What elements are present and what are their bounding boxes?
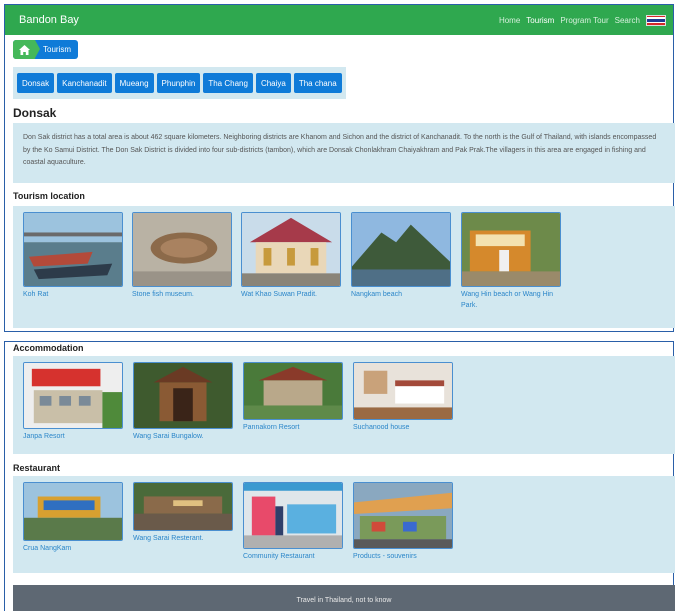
restaurant-card-crua-nangkam[interactable]: Crua NangKam	[23, 482, 123, 554]
restaurant-title: Restaurant	[13, 463, 61, 473]
accommodation-photo[interactable]	[353, 362, 453, 420]
navbar: Bandon Bay Home Tourism Program Tour Sea…	[5, 5, 673, 35]
restaurant-photo[interactable]	[133, 482, 233, 531]
accommodation-caption[interactable]: Wang Sarai Bungalow.	[133, 431, 233, 442]
district-button-tha-chana[interactable]: Tha chana	[293, 73, 342, 93]
district-button-kanchanadit[interactable]: Kanchanadit	[57, 73, 112, 93]
place-photo[interactable]	[351, 212, 451, 287]
place-card-wat-khao-suwan-pradit[interactable]: Wat Khao Suwan Pradit.	[241, 212, 341, 300]
home-icon[interactable]	[13, 40, 40, 59]
nav-tourism[interactable]: Tourism	[526, 16, 554, 25]
accommodation-caption[interactable]: Janpa Resort	[23, 431, 123, 442]
place-card-wang-hin-beach[interactable]: Wang Hin beach or Wang Hin Park.	[461, 212, 561, 311]
district-button-phunphin[interactable]: Phunphin	[156, 73, 201, 93]
tourism-location-title: Tourism location	[13, 191, 85, 201]
accommodation-gallery: Janpa Resort Wang Sarai Bungalow. Pannak…	[13, 356, 675, 454]
nav-program-tour[interactable]: Program Tour	[560, 16, 608, 25]
nav-home[interactable]: Home	[499, 16, 520, 25]
restaurant-card-wang-sarai-resterant[interactable]: Wang Sarai Resterant.	[133, 482, 233, 544]
place-photo[interactable]	[23, 212, 123, 287]
district-button-chaiya[interactable]: Chaiya	[255, 73, 291, 93]
place-card-koh-rat[interactable]: Koh Rat	[23, 212, 123, 300]
district-title: Donsak	[13, 106, 57, 120]
accommodation-card-wang-sarai-bungalow[interactable]: Wang Sarai Bungalow.	[133, 362, 233, 442]
footer-text: Travel in Thailand, not to know	[296, 596, 392, 604]
district-button-donsak[interactable]: Donsak	[17, 73, 55, 93]
breadcrumb: Tourism	[13, 40, 79, 59]
place-card-nangkam-beach[interactable]: Nangkam beach	[351, 212, 451, 300]
place-caption[interactable]: Stone fish museum.	[132, 289, 232, 300]
tourism-page-frame: Bandon Bay Home Tourism Program Tour Sea…	[4, 4, 675, 332]
tourism-gallery: Koh Rat Stone fish museum. Wat Khao Suwa…	[13, 206, 675, 328]
district-button-tha-chang[interactable]: Tha Chang	[203, 73, 253, 93]
place-card-stone-fish-museum[interactable]: Stone fish museum.	[132, 212, 232, 300]
place-caption[interactable]: Koh Rat	[23, 289, 123, 300]
accommodation-photo[interactable]	[133, 362, 233, 429]
brand-title[interactable]: Bandon Bay	[19, 14, 79, 26]
district-description: Don Sak district has a total area is abo…	[13, 123, 675, 183]
footer: Travel in Thailand, not to know	[13, 585, 675, 611]
restaurant-photo[interactable]	[353, 482, 453, 549]
place-photo[interactable]	[461, 212, 561, 287]
nav-menu: Home Tourism Program Tour Search	[499, 14, 666, 26]
restaurant-gallery: Crua NangKam Wang Sarai Resterant. Commu…	[13, 476, 675, 573]
thai-flag-icon[interactable]	[646, 14, 666, 26]
restaurant-card-products-souvenirs[interactable]: Products - souvenirs	[353, 482, 453, 562]
restaurant-card-community-restaurant[interactable]: Community Restaurant	[243, 482, 343, 562]
restaurant-caption[interactable]: Wang Sarai Resterant.	[133, 533, 233, 544]
restaurant-caption[interactable]: Products - souvenirs	[353, 551, 453, 562]
restaurant-caption[interactable]: Community Restaurant	[243, 551, 343, 562]
place-photo[interactable]	[132, 212, 232, 287]
place-caption[interactable]: Wang Hin beach or Wang Hin Park.	[461, 289, 561, 311]
place-photo[interactable]	[241, 212, 341, 287]
place-caption[interactable]: Wat Khao Suwan Pradit.	[241, 289, 341, 300]
restaurant-caption[interactable]: Crua NangKam	[23, 543, 123, 554]
accommodation-title: Accommodation	[13, 343, 84, 353]
services-page-frame: Accommodation Janpa Resort Wang Sarai Bu…	[4, 341, 675, 611]
district-button-mueang[interactable]: Mueang	[114, 73, 154, 93]
accommodation-photo[interactable]	[243, 362, 343, 420]
breadcrumb-tourism[interactable]: Tourism	[43, 45, 71, 54]
accommodation-caption[interactable]: Suchanood house	[353, 422, 453, 433]
accommodation-card-suchanood-house[interactable]: Suchanood house	[353, 362, 453, 433]
place-caption[interactable]: Nangkam beach	[351, 289, 451, 300]
nav-search[interactable]: Search	[615, 16, 640, 25]
restaurant-photo[interactable]	[23, 482, 123, 541]
accommodation-photo[interactable]	[23, 362, 123, 429]
accommodation-card-janpa-resort[interactable]: Janpa Resort	[23, 362, 123, 442]
accommodation-caption[interactable]: Pannakorn Resort	[243, 422, 343, 433]
accommodation-card-pannakorn-resort[interactable]: Pannakorn Resort	[243, 362, 343, 433]
restaurant-photo[interactable]	[243, 482, 343, 549]
district-buttons: Donsak Kanchanadit Mueang Phunphin Tha C…	[13, 67, 346, 99]
